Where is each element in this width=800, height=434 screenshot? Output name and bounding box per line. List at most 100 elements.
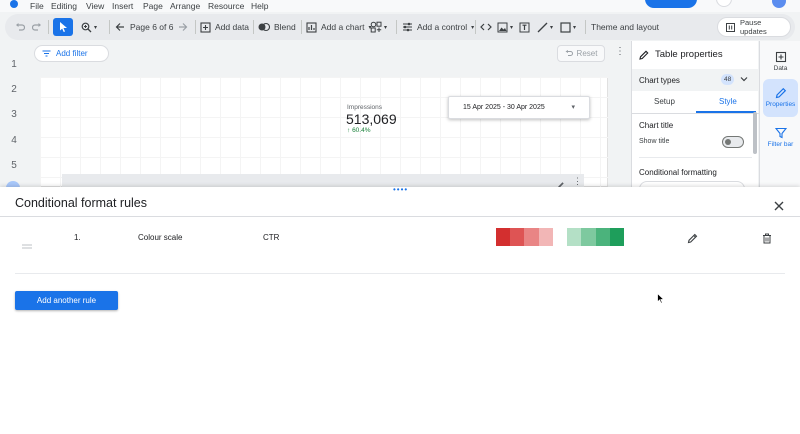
line-button[interactable]: ▾	[537, 14, 553, 40]
text-box-icon[interactable]	[519, 14, 530, 40]
add-control-button[interactable]: Add a control ▾	[402, 14, 474, 40]
menu-resource[interactable]: Resource	[208, 1, 244, 11]
toolbar-divider	[109, 20, 110, 34]
page-indicator: Page 6 of 6	[130, 22, 174, 32]
blend-button[interactable]: Blend	[258, 14, 296, 40]
line-icon	[537, 22, 548, 32]
conditional-format-dialog: •••• Conditional format rules 1. Colour …	[0, 186, 800, 434]
redo-icon[interactable]	[32, 14, 42, 40]
tab-style[interactable]: Style	[719, 97, 737, 106]
share-button[interactable]	[645, 0, 697, 8]
select-tool-button[interactable]	[53, 18, 73, 36]
avatar[interactable]	[772, 0, 786, 8]
colour-scale-preview	[496, 228, 624, 246]
reset-label: Reset	[576, 49, 598, 58]
table-chart-header[interactable]	[62, 174, 584, 188]
add-chart-button[interactable]: Add a chart ▾	[306, 14, 372, 40]
add-control-label: Add a control	[417, 22, 468, 32]
menu-file[interactable]: File	[30, 1, 44, 11]
filter-icon	[774, 127, 787, 139]
theme-layout-button[interactable]: Theme and layout	[591, 14, 659, 40]
close-icon[interactable]	[774, 198, 784, 216]
sidebar-item-properties[interactable]: Properties	[760, 87, 800, 108]
edit-rule-icon[interactable]	[687, 231, 698, 249]
panel-scrollbar[interactable]	[753, 112, 757, 154]
undo-icon[interactable]	[15, 14, 25, 40]
add-data-label: Add data	[215, 22, 250, 32]
show-title-toggle[interactable]	[722, 136, 744, 148]
right-sidebar: Data Properties Filter bar	[759, 41, 800, 187]
database-icon	[775, 51, 786, 63]
pause-icon	[726, 22, 735, 32]
chevron-down-icon: ▾	[471, 24, 475, 31]
blend-icon	[258, 22, 270, 32]
add-chart-label: Add a chart	[321, 22, 365, 32]
chart-icon	[306, 21, 317, 33]
menu-insert[interactable]: Insert	[112, 1, 133, 11]
shape-button[interactable]: ▾	[560, 14, 576, 40]
menu-help[interactable]: Help	[251, 1, 268, 11]
scorecard-label: Impressions	[347, 104, 383, 111]
pause-updates-button[interactable]: Pause updates	[717, 17, 791, 37]
community-viz-button[interactable]: ▾	[370, 14, 387, 40]
toolbar-divider	[48, 20, 49, 34]
chevron-down-icon: ▾	[94, 24, 98, 31]
account-circle[interactable]	[716, 0, 732, 7]
scorecard-value: 513,069	[346, 111, 397, 127]
embed-code-icon[interactable]	[480, 14, 492, 40]
drag-handle-icon[interactable]	[22, 236, 32, 254]
sidebar-item-data[interactable]: Data	[760, 51, 800, 72]
prev-page-icon[interactable]	[115, 14, 125, 40]
sidebar-item-label: Data	[773, 65, 788, 72]
colour-scale-swatch	[595, 228, 610, 246]
add-filter-label: Add filter	[56, 49, 88, 58]
colour-scale-swatch	[496, 228, 511, 246]
pause-updates-label: Pause updates	[740, 18, 767, 36]
row-number: 4	[11, 135, 17, 146]
menu-page[interactable]: Page	[143, 1, 163, 11]
menu-arrange[interactable]: Arrange	[170, 1, 200, 11]
tab-setup[interactable]: Setup	[654, 97, 675, 106]
chevron-down-icon: ▾	[573, 24, 577, 31]
rule-type: Colour scale	[138, 233, 183, 242]
shapes-icon	[370, 21, 382, 33]
mouse-cursor-icon	[657, 291, 665, 309]
panel-divider	[632, 113, 759, 114]
colour-scale-swatch	[538, 228, 553, 246]
filter-lines-icon	[42, 50, 51, 57]
zoom-button[interactable]: ▾	[81, 14, 97, 40]
row-number: 2	[11, 84, 17, 95]
resize-handle-icon[interactable]: ••••	[393, 186, 408, 194]
scorecard-delta: ↑ 60.4%	[347, 127, 371, 134]
date-range-label: 15 Apr 2025 - 30 Apr 2025	[463, 104, 545, 111]
chart-types-count: 48	[721, 74, 735, 85]
chevron-down-icon: ▾	[550, 24, 554, 31]
properties-panel: Table properties Chart types 48 Setup St…	[631, 41, 759, 189]
menubar: File Editing View Insert Page Arrange Re…	[0, 0, 800, 12]
more-options-icon[interactable]: ⋮	[615, 47, 625, 57]
pencil-icon	[639, 50, 649, 60]
add-data-button[interactable]: Add data	[200, 14, 249, 40]
row-number: 1	[11, 59, 17, 70]
delete-rule-icon[interactable]	[762, 231, 772, 249]
arrow-up-icon: ↑	[347, 127, 351, 134]
sidebar-item-filter-bar[interactable]: Filter bar	[760, 127, 800, 148]
chart-types-section[interactable]: Chart types 48	[632, 69, 759, 91]
chevron-down-icon: ▾	[384, 24, 388, 31]
add-filter-button[interactable]: Add filter	[34, 45, 109, 62]
caret-down-icon: ▾	[571, 104, 575, 111]
image-button[interactable]: ▾	[497, 14, 513, 40]
rectangle-icon	[560, 21, 571, 33]
colour-scale-swatch	[581, 228, 596, 246]
date-range-control[interactable]: 15 Apr 2025 - 30 Apr 2025 ▾	[448, 96, 590, 119]
menu-editing[interactable]: Editing	[51, 1, 77, 11]
toolbar-divider	[301, 20, 302, 34]
pencil-icon	[775, 87, 786, 99]
chart-title-heading: Chart title	[639, 121, 674, 130]
add-another-rule-button[interactable]: Add another rule	[15, 291, 118, 310]
toolbar: ▾ Page 6 of 6 Add data Blend Add a chart…	[5, 14, 795, 40]
next-page-icon[interactable]	[178, 14, 188, 40]
chart-more-icon[interactable]: ⋮	[573, 176, 582, 186]
menu-view[interactable]: View	[86, 1, 104, 11]
reset-button[interactable]: Reset	[557, 45, 605, 62]
